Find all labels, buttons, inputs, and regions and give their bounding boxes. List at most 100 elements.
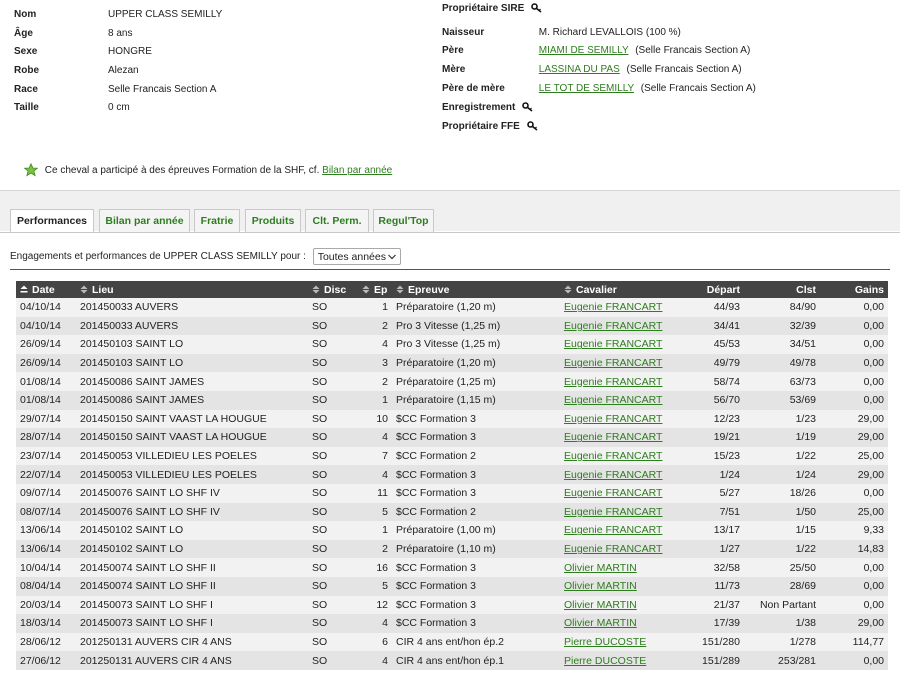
info-label: Âge bbox=[14, 28, 33, 39]
col-date[interactable]: Date bbox=[16, 281, 76, 298]
cavalier-link[interactable]: Eugenie FRANCART bbox=[564, 357, 662, 369]
cell-disc: SO bbox=[308, 614, 358, 633]
cavalier-link[interactable]: Eugenie FRANCART bbox=[564, 450, 662, 462]
col-ep[interactable]: Ep bbox=[358, 281, 392, 298]
table-row: 08/07/14 201450076 SAINT LO SHF IV SO 5 $CC … bbox=[16, 502, 888, 522]
cell-cavalier: Eugenie FRANCART bbox=[560, 353, 672, 373]
mere-link[interactable]: LASSINA DU PAS bbox=[539, 64, 620, 75]
year-select[interactable]: Toutes années bbox=[312, 247, 401, 265]
pere-de-mere-link[interactable]: LE TOT DE SEMILLY bbox=[539, 83, 634, 94]
cavalier-link[interactable]: Eugenie FRANCART bbox=[564, 543, 662, 555]
cell-disc: SO bbox=[308, 446, 358, 466]
cell-ep: 4 bbox=[358, 335, 392, 354]
key-icon[interactable] bbox=[531, 3, 543, 13]
cell-ep: 1 bbox=[358, 390, 392, 410]
cell-clst: 28/69 bbox=[744, 576, 820, 596]
cavalier-link[interactable]: Eugenie FRANCART bbox=[564, 320, 662, 332]
info-label: Robe bbox=[14, 65, 39, 76]
tab-bilan-par-annee[interactable]: Bilan par année bbox=[99, 209, 190, 233]
tab-produits[interactable]: Produits bbox=[245, 209, 301, 233]
cell-disc: SO bbox=[308, 521, 358, 540]
cavalier-link[interactable]: Eugenie FRANCART bbox=[564, 413, 662, 425]
cell-gains: 0,00 bbox=[820, 595, 888, 615]
cell-disc: SO bbox=[308, 372, 358, 391]
cell-date: 13/06/14 bbox=[16, 521, 76, 540]
cell-clst: 1/38 bbox=[744, 614, 820, 633]
info-label: Race bbox=[14, 84, 38, 95]
table-row: 08/04/14 201450074 SAINT LO SHF II SO 5 $CC … bbox=[16, 576, 888, 596]
cell-lieu: 201450086 SAINT JAMES bbox=[76, 372, 308, 391]
cavalier-link[interactable]: Olivier MARTIN bbox=[564, 580, 637, 592]
cavalier-link[interactable]: Eugenie FRANCART bbox=[564, 394, 662, 406]
cavalier-link[interactable]: Olivier MARTIN bbox=[564, 562, 637, 574]
cell-disc: SO bbox=[308, 558, 358, 577]
table-row: 27/06/12 201250131 AUVERS CIR 4 ANS SO 4 CIR… bbox=[16, 651, 888, 670]
info-row: Taille 0 cm bbox=[14, 101, 130, 115]
cavalier-link[interactable]: Olivier MARTIN bbox=[564, 599, 637, 611]
cell-disc: SO bbox=[308, 595, 358, 615]
cell-date: 09/07/14 bbox=[16, 483, 76, 503]
cavalier-link[interactable]: Eugenie FRANCART bbox=[564, 338, 662, 350]
bilan-par-annee-link[interactable]: Bilan par année bbox=[322, 165, 392, 176]
cell-date: 22/07/14 bbox=[16, 465, 76, 484]
cell-disc: SO bbox=[308, 651, 358, 670]
cavalier-link[interactable]: Pierre DUCOSTE bbox=[564, 655, 646, 667]
cell-clst: 18/26 bbox=[744, 483, 820, 503]
cell-ep: 6 bbox=[358, 632, 392, 652]
cavalier-link[interactable]: Eugenie FRANCART bbox=[564, 376, 662, 388]
tab-performances[interactable]: Performances bbox=[10, 209, 94, 234]
enregistrement-row: Enregistrement bbox=[442, 101, 534, 115]
col-disc[interactable]: Disc bbox=[308, 281, 358, 298]
key-icon[interactable] bbox=[522, 102, 534, 112]
cell-depart: 58/74 bbox=[672, 372, 744, 391]
tab-regul-top[interactable]: Regul'Top bbox=[373, 209, 434, 233]
cell-ep: 4 bbox=[358, 428, 392, 447]
tab-fratrie[interactable]: Fratrie bbox=[194, 209, 240, 233]
cell-ep: 16 bbox=[358, 558, 392, 577]
cell-ep: 1 bbox=[358, 298, 392, 317]
cell-cavalier: Eugenie FRANCART bbox=[560, 539, 672, 559]
cavalier-link[interactable]: Eugenie FRANCART bbox=[564, 431, 662, 443]
mere-label: Mère bbox=[442, 64, 466, 75]
cell-clst: 1/19 bbox=[744, 428, 820, 447]
col-cavalier[interactable]: Cavalier bbox=[560, 281, 672, 298]
cell-gains: 25,00 bbox=[820, 502, 888, 522]
cell-lieu: 201250131 AUVERS CIR 4 ANS bbox=[76, 651, 308, 670]
cell-epreuve: Pro 3 Vitesse (1,25 m) bbox=[392, 335, 560, 354]
cavalier-link[interactable]: Eugenie FRANCART bbox=[564, 487, 662, 499]
cavalier-link[interactable]: Pierre DUCOSTE bbox=[564, 636, 646, 648]
col-lieu[interactable]: Lieu bbox=[76, 281, 308, 298]
table-row: 01/08/14 201450086 SAINT JAMES SO 2 Préparat… bbox=[16, 372, 888, 391]
naisseur-label: Naisseur bbox=[442, 27, 485, 38]
cavalier-link[interactable]: Olivier MARTIN bbox=[564, 617, 637, 629]
naisseur-row: Naisseur M. Richard LEVALLOIS (100 %) bbox=[442, 26, 681, 40]
cavalier-link[interactable]: Eugenie FRANCART bbox=[564, 469, 662, 481]
pere-de-mere-label: Père de mère bbox=[442, 83, 505, 94]
cell-ep: 4 bbox=[358, 651, 392, 670]
cell-gains: 0,00 bbox=[820, 390, 888, 410]
cell-depart: 7/51 bbox=[672, 502, 744, 522]
performances-panel: Engagements et performances de UPPER CLA… bbox=[0, 232, 900, 679]
cell-cavalier: Olivier MARTIN bbox=[560, 614, 672, 633]
key-icon[interactable] bbox=[526, 121, 539, 131]
sort-icon bbox=[80, 285, 88, 294]
cavalier-link[interactable]: Eugenie FRANCART bbox=[564, 506, 662, 518]
cavalier-link[interactable]: Eugenie FRANCART bbox=[564, 524, 662, 536]
cell-ep: 10 bbox=[358, 409, 392, 429]
col-epreuve[interactable]: Epreuve bbox=[392, 281, 560, 298]
tab-clt-perm[interactable]: Clt. Perm. bbox=[305, 209, 369, 233]
mere-row: Mère LASSINA DU PAS (Selle Francais Sect… bbox=[442, 63, 742, 77]
cell-gains: 25,00 bbox=[820, 446, 888, 466]
cell-date: 23/07/14 bbox=[16, 446, 76, 466]
cell-disc: SO bbox=[308, 632, 358, 652]
pere-row: Père MIAMI DE SEMILLY (Selle Francais Se… bbox=[442, 44, 750, 58]
cavalier-link[interactable]: Eugenie FRANCART bbox=[564, 301, 662, 313]
cell-clst: 1/23 bbox=[744, 409, 820, 429]
cell-epreuve: CIR 4 ans ent/hon ép.2 bbox=[392, 632, 560, 652]
cell-cavalier: Eugenie FRANCART bbox=[560, 428, 672, 447]
pere-link[interactable]: MIAMI DE SEMILLY bbox=[539, 45, 629, 56]
cell-ep: 2 bbox=[358, 316, 392, 336]
info-row: Sexe HONGRE bbox=[14, 45, 152, 59]
cell-cavalier: Olivier MARTIN bbox=[560, 558, 672, 577]
cell-epreuve: $CC Formation 2 bbox=[392, 502, 560, 522]
